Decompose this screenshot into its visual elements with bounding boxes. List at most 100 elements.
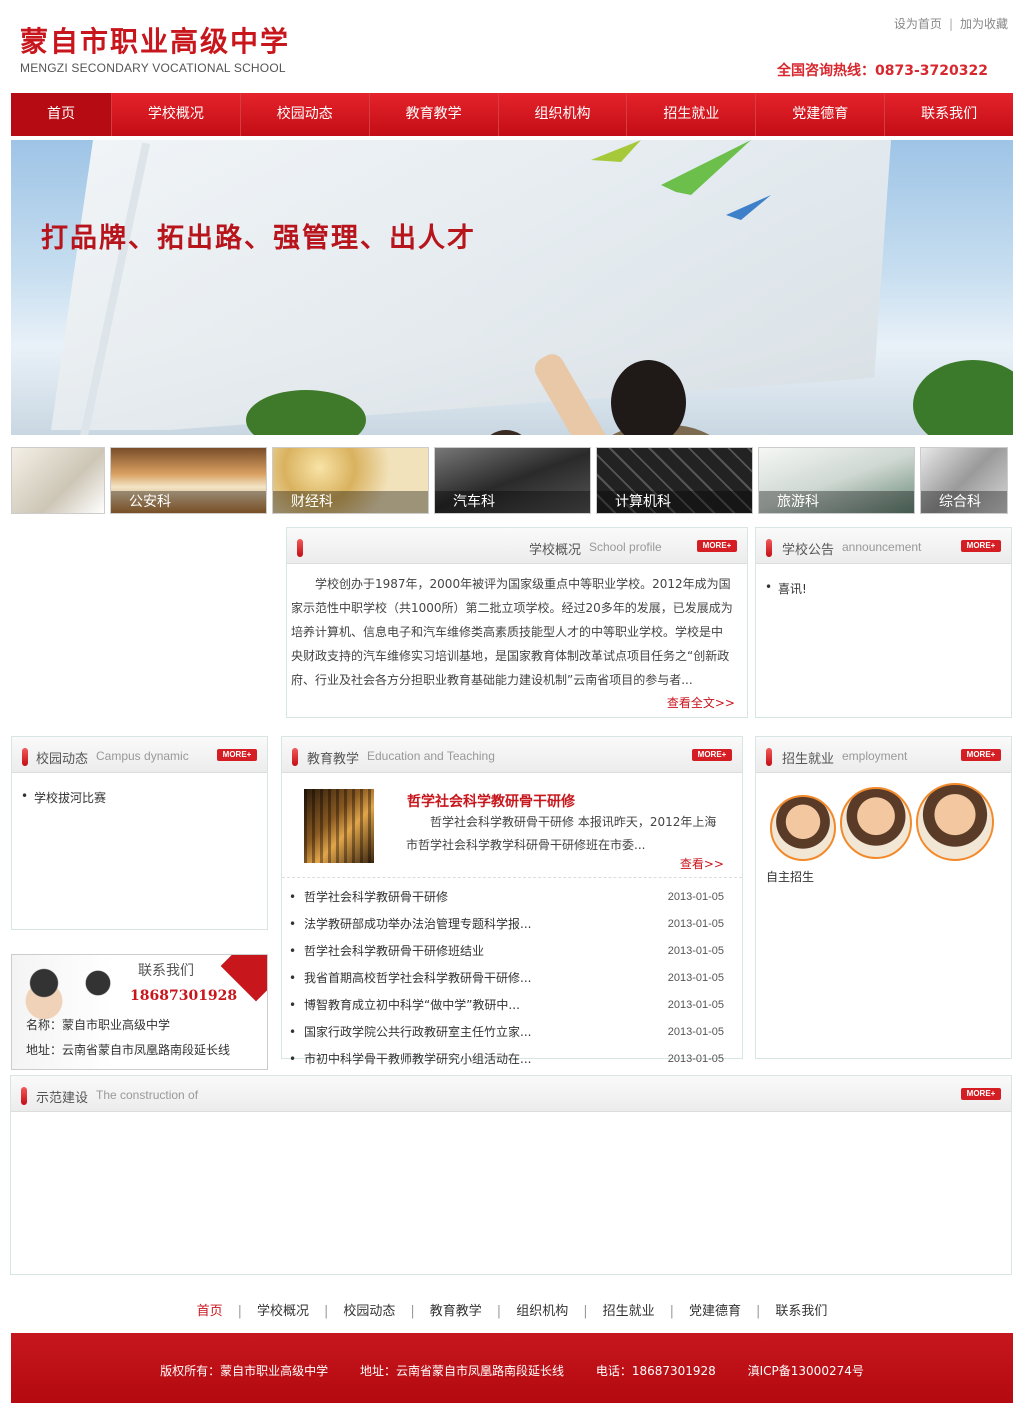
nav-item-party[interactable]: 党建德育 — [756, 93, 886, 136]
more-button[interactable]: MORE+ — [961, 749, 1001, 761]
footer-icp[interactable]: 滇ICP备13000274号 — [748, 1364, 864, 1378]
panel-subtitle: employment — [842, 749, 908, 763]
announcement-panel: 学校公告 announcement MORE+ 喜讯! — [755, 527, 1012, 718]
panel-subtitle: announcement — [842, 540, 922, 554]
nav-item-organization[interactable]: 组织机构 — [499, 93, 628, 136]
item-date: 2013-01-05 — [667, 945, 724, 957]
item-title[interactable]: 哲学社会科学教研骨干研修 — [304, 884, 448, 911]
more-button[interactable]: MORE+ — [692, 749, 732, 761]
feature-image[interactable] — [304, 789, 374, 863]
panel-subtitle: School profile — [589, 540, 662, 554]
footer-nav-separator: | — [583, 1304, 588, 1319]
footer-nav-organization[interactable]: 组织机构 — [516, 1304, 568, 1319]
nav-item-school-profile[interactable]: 学校概况 — [112, 93, 241, 136]
top-links: 设为首页 | 加为收藏 — [894, 15, 1008, 32]
panel-title: 示范建设 — [36, 1091, 89, 1106]
banner-person-head — [611, 360, 686, 435]
dept-item-auto[interactable]: 汽车科 — [434, 447, 591, 514]
more-button[interactable]: MORE+ — [961, 540, 1001, 552]
footer-nav-contact[interactable]: 联系我们 — [775, 1304, 827, 1319]
item-title[interactable]: 我省首期高校哲学社会科学教研骨干研修... — [304, 965, 531, 992]
nav-item-admission[interactable]: 招生就业 — [627, 93, 757, 136]
feature-description: 哲学社会科学教研骨干研修 本报讯昨天，2012年上海市哲学社会科学教学科研骨干研… — [406, 815, 717, 852]
dept-label: 汽车科 — [435, 491, 590, 513]
footer-nav: 首页 | 学校概况 | 校园动态 | 教育教学 | 组织机构 | 招生就业 | 党建德育 | 联系我们 — [0, 1300, 1024, 1319]
item-title[interactable]: 法学教研部成功举办法治管理专题科学报... — [304, 911, 531, 938]
list-item[interactable]: 喜讯! — [756, 580, 1011, 597]
item-title[interactable]: 市初中科学骨干教师教学研究小组活动在... — [304, 1046, 531, 1073]
list-item[interactable]: 国家行政学院公共行政教研室主任竹立家... 2013-01-05 — [282, 1019, 742, 1046]
footer-nav-separator: | — [496, 1304, 502, 1319]
footer-copyright: 版权所有：蒙自市职业高级中学 — [160, 1364, 329, 1378]
campus-news-panel: 校园动态 Campus dynamic MORE+ 学校拔河比赛 — [11, 736, 268, 930]
feature-title[interactable]: 哲学社会科学教研骨干研修 — [407, 791, 575, 811]
employment-caption[interactable]: 自主招生 — [766, 868, 814, 885]
panel-marker-icon — [292, 748, 298, 766]
customer-service-image — [14, 959, 134, 1019]
item-date: 2013-01-05 — [667, 999, 724, 1011]
dept-item-computer[interactable]: 计算机科 — [596, 447, 753, 514]
dept-item-public-security[interactable]: 公安科 — [110, 447, 267, 514]
list-item[interactable]: 学校拔河比赛 — [12, 789, 267, 806]
footer-nav-admission[interactable]: 招生就业 — [603, 1304, 655, 1319]
employment-panel: 招生就业 employment MORE+ 自主招生 — [755, 736, 1012, 1059]
contact-title: 联系我们 — [138, 963, 194, 979]
student-photo[interactable] — [770, 795, 836, 861]
education-list: 哲学社会科学教研骨干研修 2013-01-05 法学教研部成功举办法治管理专题科学… — [282, 884, 742, 1073]
footer-nav-home[interactable]: 首页 — [197, 1304, 223, 1319]
panel-header: 学校概况 School profile MORE+ — [287, 528, 747, 564]
nav-item-education[interactable]: 教育教学 — [370, 93, 499, 136]
dept-item-tourism[interactable]: 旅游科 — [758, 447, 915, 514]
item-date: 2013-01-05 — [667, 1026, 724, 1038]
footer-phone: 电话：18687301928 — [595, 1364, 716, 1378]
dept-label: 旅游科 — [759, 491, 914, 513]
dept-label: 公安科 — [111, 491, 266, 513]
footer-nav-school-profile[interactable]: 学校概况 — [257, 1304, 309, 1319]
list-item[interactable]: 我省首期高校哲学社会科学教研骨干研修... 2013-01-05 — [282, 965, 742, 992]
dept-label: 财经科 — [273, 491, 428, 513]
school-profile-panel: 学校概况 School profile MORE+ 学校创办于1987年，200… — [286, 527, 748, 718]
hero-banner: 打品牌、拓出路、强管理、出人才 — [11, 140, 1013, 435]
dept-item-general[interactable]: 综合科 — [920, 447, 1008, 514]
divider — [282, 877, 742, 878]
list-item[interactable]: 哲学社会科学教研骨干研修 2013-01-05 — [282, 884, 742, 911]
feature-more-link[interactable]: 查看>> — [680, 855, 724, 872]
dept-item-book[interactable] — [11, 447, 105, 514]
list-item[interactable]: 博智教育成立初中科学“做中学”教研中... 2013-01-05 — [282, 992, 742, 1019]
footer-nav-party[interactable]: 党建德育 — [689, 1304, 741, 1319]
panel-marker-icon — [766, 539, 772, 557]
nav-item-campus-news[interactable]: 校园动态 — [241, 93, 370, 136]
item-date: 2013-01-05 — [667, 1053, 724, 1065]
student-photo[interactable] — [916, 783, 994, 861]
item-title[interactable]: 博智教育成立初中科学“做中学”教研中... — [304, 992, 520, 1019]
student-photo[interactable] — [840, 787, 912, 859]
list-item[interactable]: 法学教研部成功举办法治管理专题科学报... 2013-01-05 — [282, 911, 742, 938]
nav-item-contact[interactable]: 联系我们 — [885, 93, 1013, 136]
footer-nav-campus-news[interactable]: 校园动态 — [343, 1304, 395, 1319]
contact-address: 地址：云南省蒙自市凤凰路南段延长线 — [26, 1043, 231, 1057]
logo-title[interactable]: 蒙自市职业高级中学 — [20, 20, 290, 60]
contact-phone: 18687301928 — [130, 988, 238, 1004]
item-date: 2013-01-05 — [667, 972, 724, 984]
more-button[interactable]: MORE+ — [217, 749, 257, 761]
banner-tree — [913, 360, 1013, 435]
set-home-link[interactable]: 设为首页 — [894, 17, 942, 31]
read-more-link[interactable]: 查看全文>> — [667, 694, 735, 711]
list-item[interactable]: 哲学社会科学教研骨干研修班结业 2013-01-05 — [282, 938, 742, 965]
panel-title: 招生就业 — [782, 752, 835, 767]
item-title[interactable]: 国家行政学院公共行政教研室主任竹立家... — [304, 1019, 531, 1046]
contact-name: 名称：蒙自市职业高级中学 — [26, 1018, 171, 1032]
panel-header: 学校公告 announcement MORE+ — [756, 528, 1011, 564]
item-title[interactable]: 哲学社会科学教研骨干研修班结业 — [304, 938, 484, 965]
add-favorite-link[interactable]: 加为收藏 — [960, 17, 1008, 31]
panel-header: 校园动态 Campus dynamic MORE+ — [12, 737, 267, 773]
panel-marker-icon — [297, 539, 303, 557]
footer-nav-education[interactable]: 教育教学 — [430, 1304, 482, 1319]
footer-address: 地址：云南省蒙自市凤凰路南段延长线 — [359, 1364, 564, 1378]
paper-plane-icon — [591, 140, 771, 220]
more-button[interactable]: MORE+ — [697, 540, 737, 552]
more-button[interactable]: MORE+ — [961, 1088, 1001, 1100]
nav-item-home[interactable]: 首页 — [11, 93, 112, 136]
dept-item-finance[interactable]: 财经科 — [272, 447, 429, 514]
list-item[interactable]: 市初中科学骨干教师教学研究小组活动在... 2013-01-05 — [282, 1046, 742, 1073]
